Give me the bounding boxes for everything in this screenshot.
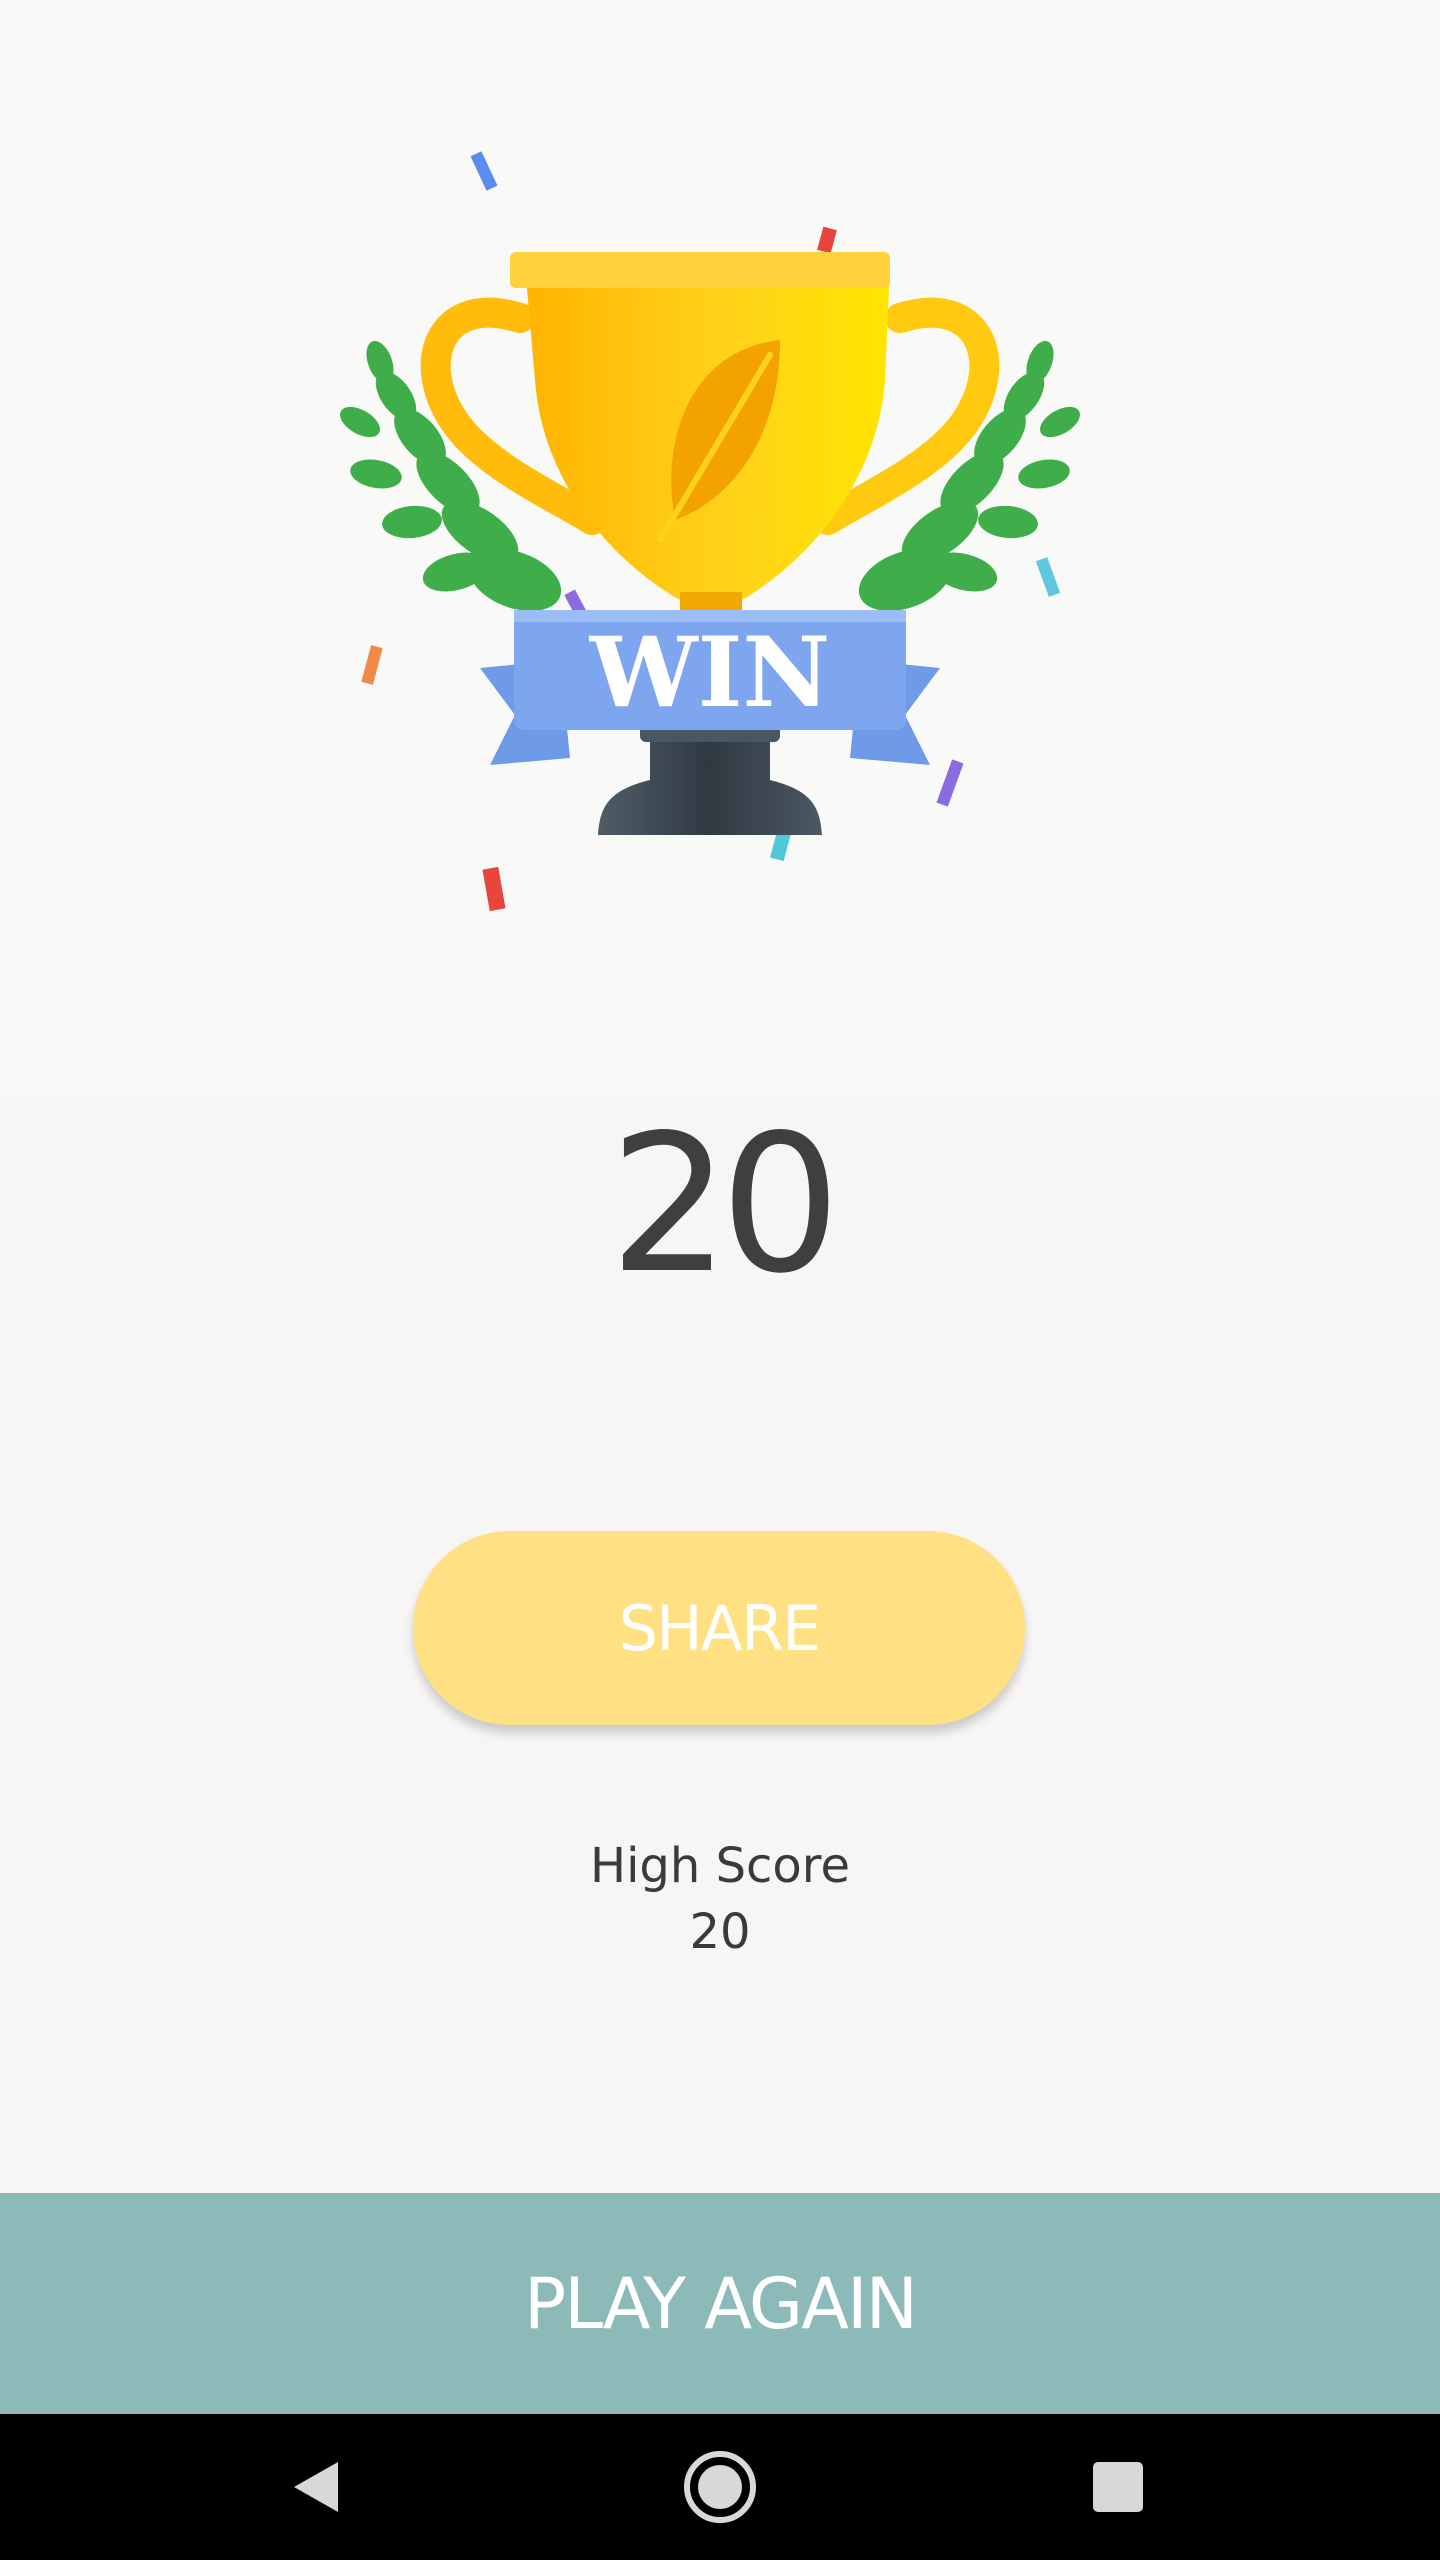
- share-button[interactable]: SHARE: [413, 1531, 1025, 1725]
- trophy-illustration: WIN: [340, 151, 1080, 912]
- hero-area: WIN: [0, 0, 1440, 1095]
- system-nav-bar: [0, 2414, 1440, 2560]
- win-banner-text: WIN: [589, 616, 830, 729]
- score-value: 20: [609, 1094, 841, 1315]
- high-score-value: 20: [689, 1904, 751, 1960]
- back-button[interactable]: [248, 2414, 388, 2560]
- home-button[interactable]: [650, 2414, 790, 2560]
- high-score-label: High Score: [589, 1838, 850, 1894]
- win-screen: WIN 20 SHARE High Score 20 PLAY AGAIN: [0, 0, 1440, 2560]
- trophy-base: [598, 730, 822, 835]
- play-again-button[interactable]: PLAY AGAIN: [0, 2193, 1440, 2414]
- recents-button[interactable]: [1048, 2414, 1188, 2560]
- recents-square-icon: [1093, 2462, 1143, 2512]
- home-circle-icon: [684, 2451, 756, 2523]
- back-triangle-icon: [294, 2462, 338, 2512]
